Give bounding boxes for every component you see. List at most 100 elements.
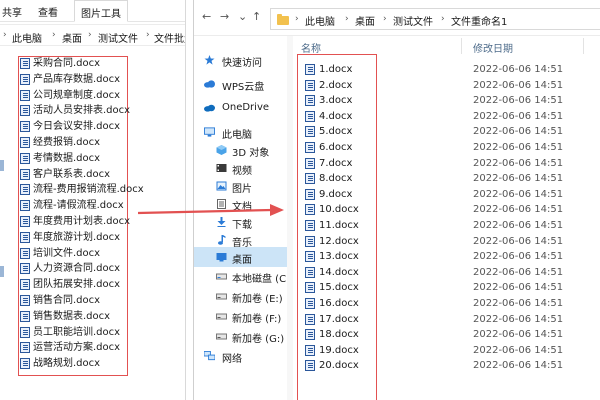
list-item[interactable]: 年度旅游计划.docx [20, 230, 180, 245]
table-row[interactable]: 12.docx 2022-06-06 14:51 [305, 234, 600, 249]
word-document-icon [305, 188, 315, 200]
nav-label: 此电脑 [222, 130, 252, 141]
tab-view[interactable]: 查看 [38, 4, 58, 19]
file-modified-date: 2022-06-06 14:51 [473, 313, 564, 325]
table-row[interactable]: 20.docx 2022-06-06 14:51 [305, 358, 600, 373]
table-row[interactable]: 13.docx 2022-06-06 14:51 [305, 249, 600, 264]
list-item[interactable]: 活动人员安排表.docx [20, 103, 180, 118]
download-icon [217, 217, 226, 227]
nav-item-documents[interactable]: 文档 [194, 194, 287, 214]
breadcrumb-desktop[interactable]: 桌面 [355, 13, 375, 28]
table-row[interactable]: 17.docx 2022-06-06 14:51 [305, 312, 600, 327]
nav-item-volume-g[interactable]: 新加卷 (G:) [194, 326, 287, 346]
table-row[interactable]: 6.docx 2022-06-06 14:51 [305, 140, 600, 155]
forward-arrow-icon[interactable]: → [220, 10, 229, 23]
table-row[interactable]: 10.docx 2022-06-06 14:51 [305, 202, 600, 217]
file-name: 战略规划.docx [33, 358, 101, 370]
tab-picture-tools[interactable]: 图片工具 [74, 0, 128, 22]
nav-item-downloads[interactable]: 下载 [194, 212, 287, 232]
tab-share[interactable]: 共享 [2, 4, 22, 19]
back-arrow-icon[interactable]: ← [202, 10, 211, 23]
column-divider[interactable] [583, 38, 584, 54]
breadcrumb-separator: › [295, 14, 299, 24]
table-row[interactable]: 5.docx 2022-06-06 14:51 [305, 124, 600, 139]
nav-item-volume-e[interactable]: 新加卷 (E:) [194, 286, 287, 306]
nav-item-local-disk-c[interactable]: 本地磁盘 (C:) [194, 266, 293, 286]
list-item[interactable]: 今日会议安排.docx [20, 119, 180, 134]
breadcrumb-desktop[interactable]: 桌面 [62, 30, 82, 45]
list-item[interactable]: 经费报销.docx [20, 135, 180, 150]
list-item[interactable]: 员工职能培训.docx [20, 325, 180, 340]
breadcrumb-test-files[interactable]: 测试文件 [98, 30, 138, 45]
table-row[interactable]: 8.docx 2022-06-06 14:51 [305, 171, 600, 186]
table-row[interactable]: 1.docx 2022-06-06 14:51 [305, 62, 600, 77]
table-row[interactable]: 9.docx 2022-06-06 14:51 [305, 187, 600, 202]
breadcrumb-test-files[interactable]: 测试文件 [393, 13, 433, 28]
left-address-bar[interactable]: › 此电脑 › 桌面 › 测试文件 › 文件批量 [0, 24, 185, 46]
list-item[interactable]: 战略规划.docx [20, 356, 180, 371]
nav-item-pictures[interactable]: 图片 [194, 176, 287, 196]
file-name: 流程-费用报销流程.docx [33, 184, 144, 196]
table-row[interactable]: 11.docx 2022-06-06 14:51 [305, 218, 600, 233]
list-item[interactable]: 运营活动方案.docx [20, 340, 180, 355]
word-document-icon [20, 358, 30, 370]
recent-dropdown-icon[interactable]: ⌄ [238, 10, 247, 23]
list-item[interactable]: 流程-请假流程.docx [20, 198, 180, 213]
nav-item-wps-cloud[interactable]: WPS云盘 [194, 74, 287, 94]
word-document-icon [305, 95, 315, 107]
nav-item-3d-objects[interactable]: 3D 对象 [194, 140, 287, 160]
word-document-icon [20, 231, 30, 243]
table-row[interactable]: 14.docx 2022-06-06 14:51 [305, 265, 600, 280]
list-item[interactable]: 销售数据表.docx [20, 309, 180, 324]
nav-item-onedrive[interactable]: OneDrive [194, 98, 287, 118]
right-toolbar: ← → ⌄ ↑ › 此电脑 › 桌面 › 测试文件 › 文件重命名1 [194, 0, 600, 36]
word-document-icon [305, 266, 315, 278]
star-icon [204, 55, 215, 65]
table-row[interactable]: 19.docx 2022-06-06 14:51 [305, 343, 600, 358]
file-name: 10.docx [319, 204, 359, 216]
right-address-bar[interactable]: › 此电脑 › 桌面 › 测试文件 › 文件重命名1 [270, 8, 600, 30]
list-item[interactable]: 考情数据.docx [20, 151, 180, 166]
table-row[interactable]: 16.docx 2022-06-06 14:51 [305, 296, 600, 311]
file-modified-date: 2022-06-06 14:51 [473, 126, 564, 138]
table-row[interactable]: 7.docx 2022-06-06 14:51 [305, 156, 600, 171]
list-item[interactable]: 流程-费用报销流程.docx [20, 182, 180, 197]
list-item[interactable]: 公司规章制度.docx [20, 88, 180, 103]
table-row[interactable]: 4.docx 2022-06-06 14:51 [305, 109, 600, 124]
breadcrumb-batch-folder[interactable]: 文件批量 [154, 30, 185, 45]
file-name: 17.docx [319, 313, 359, 325]
breadcrumb-this-pc[interactable]: 此电脑 [12, 30, 42, 45]
list-item[interactable]: 年度费用计划表.docx [20, 214, 180, 229]
file-name: 培训文件.docx [33, 247, 101, 259]
list-item[interactable]: 人力资源合同.docx [20, 261, 180, 276]
nav-item-this-pc[interactable]: 此电脑 [194, 122, 287, 142]
breadcrumb-this-pc[interactable]: 此电脑 [305, 13, 335, 28]
column-header-name[interactable]: 名称 [301, 40, 321, 55]
list-item[interactable]: 培训文件.docx [20, 246, 180, 261]
table-row[interactable]: 15.docx 2022-06-06 14:51 [305, 280, 600, 295]
breadcrumb-rename-folder[interactable]: 文件重命名1 [451, 13, 507, 28]
list-item[interactable]: 团队拓展安排.docx [20, 277, 180, 292]
nav-item-videos[interactable]: 视频 [194, 158, 287, 178]
nav-item-desktop[interactable]: 桌面 [194, 247, 287, 267]
list-item[interactable]: 产品库存数据.docx [20, 72, 180, 87]
list-item[interactable]: 采购合同.docx [20, 56, 180, 71]
column-divider[interactable] [461, 38, 462, 54]
file-name: 20.docx [319, 360, 359, 372]
file-name: 客户联系表.docx [33, 168, 111, 180]
nav-item-quick-access[interactable]: 快速访问 [194, 50, 287, 70]
table-row[interactable]: 2.docx 2022-06-06 14:51 [305, 78, 600, 93]
list-item[interactable]: 销售合同.docx [20, 293, 180, 308]
breadcrumb-separator: › [441, 14, 445, 24]
list-item[interactable]: 客户联系表.docx [20, 167, 180, 182]
table-row[interactable]: 18.docx 2022-06-06 14:51 [305, 327, 600, 342]
table-row[interactable]: 3.docx 2022-06-06 14:51 [305, 93, 600, 108]
computer-icon [204, 127, 215, 137]
up-arrow-icon[interactable]: ↑ [252, 10, 261, 23]
file-name: 11.docx [319, 220, 359, 231]
nav-item-network[interactable]: 网络 [194, 346, 287, 366]
file-name: 18.docx [319, 329, 359, 341]
word-document-icon [305, 360, 315, 372]
nav-item-volume-f[interactable]: 新加卷 (F:) [194, 306, 287, 326]
column-header-date[interactable]: 修改日期 [473, 40, 513, 55]
